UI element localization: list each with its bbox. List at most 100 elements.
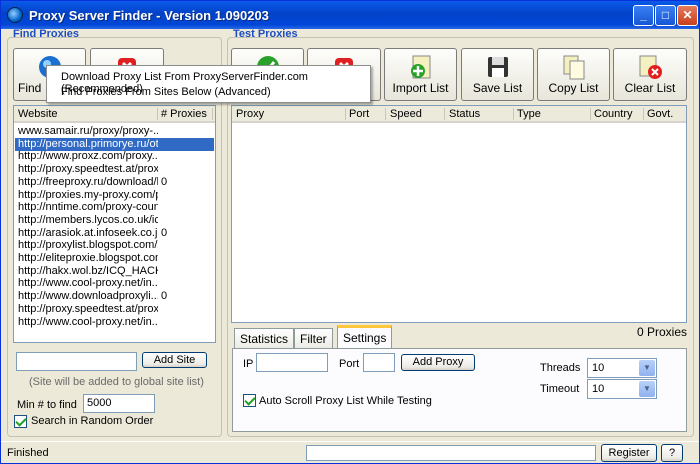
list-item[interactable]: http://freeproxy.ru/download/l... 0 bbox=[15, 176, 214, 189]
list-item[interactable]: http://proxies.my-proxy.com/p... bbox=[15, 189, 214, 202]
list-item[interactable]: http://personal.primorye.ru/ot... bbox=[15, 137, 214, 151]
site-url: http://www.cool-proxy.net/in... bbox=[18, 277, 158, 290]
clear-icon bbox=[639, 55, 662, 79]
tab-statistics[interactable]: Statistics bbox=[234, 328, 295, 348]
random-order-checkbox[interactable] bbox=[14, 415, 27, 428]
site-url: http://proxies.my-proxy.com/p... bbox=[18, 188, 158, 201]
copy-list-button[interactable]: Copy List bbox=[537, 48, 610, 101]
save-list-button[interactable]: Save List bbox=[461, 48, 534, 101]
port-input[interactable] bbox=[363, 353, 395, 372]
import-list-button[interactable]: Import List bbox=[384, 48, 457, 101]
col-divider[interactable] bbox=[444, 108, 445, 120]
proxy-list-header: Proxy Port Speed Status Type Country Gov… bbox=[232, 106, 686, 123]
col-divider[interactable] bbox=[345, 108, 346, 120]
col-divider[interactable] bbox=[590, 108, 591, 120]
min-to-find-label: Min # to find bbox=[17, 399, 77, 411]
minimize-button[interactable]: _ bbox=[633, 5, 654, 26]
col-divider[interactable] bbox=[212, 108, 213, 120]
list-item[interactable]: http://proxy.speedtest.at/prox... bbox=[15, 303, 214, 316]
list-item[interactable]: http://www.proxz.com/proxy... bbox=[15, 150, 214, 163]
site-url: http://proxy.speedtest.at/prox... bbox=[18, 163, 158, 176]
tab-settings[interactable]: Settings bbox=[337, 325, 393, 349]
timeout-select[interactable]: 10 ▼ bbox=[587, 379, 657, 399]
status-text: Finished bbox=[7, 447, 49, 459]
app-globe-icon bbox=[7, 7, 23, 23]
col-divider[interactable] bbox=[513, 108, 514, 120]
list-item[interactable]: http://www.downloadproxyli... 0 bbox=[15, 290, 214, 303]
col-port[interactable]: Port bbox=[349, 108, 369, 120]
proxy-list[interactable]: Proxy Port Speed Status Type Country Gov… bbox=[231, 105, 687, 323]
register-button[interactable]: Register bbox=[601, 444, 657, 462]
site-url: http://arasiok.at.infoseek.co.jp... bbox=[18, 226, 158, 239]
ip-label: IP bbox=[243, 358, 254, 370]
app-window: Proxy Server Finder - Version 1.090203 _… bbox=[0, 0, 700, 464]
col-proxy[interactable]: Proxy bbox=[236, 108, 264, 120]
add-site-input[interactable] bbox=[16, 352, 137, 371]
threads-value: 10 bbox=[592, 362, 605, 374]
website-list-header: Website # Proxies bbox=[14, 106, 215, 123]
site-url: http://www.proxz.com/proxy... bbox=[18, 150, 158, 163]
close-button[interactable]: ✕ bbox=[677, 5, 698, 26]
col-type[interactable]: Type bbox=[517, 108, 541, 120]
list-item[interactable]: http://www.cool-proxy.net/in... bbox=[15, 316, 214, 329]
site-url: http://nntime.com/proxy-count... bbox=[18, 201, 158, 214]
col-divider[interactable] bbox=[643, 108, 644, 120]
copy-list-label: Copy List bbox=[548, 81, 599, 95]
ip-input[interactable] bbox=[256, 353, 328, 372]
col-speed[interactable]: Speed bbox=[390, 108, 422, 120]
menu-item-find-from-sites[interactable]: Find Proxies From Sites Below (Advanced) bbox=[61, 86, 271, 98]
add-site-button[interactable]: Add Site bbox=[142, 352, 207, 368]
list-item[interactable]: www.samair.ru/proxy/proxy-... bbox=[15, 125, 214, 138]
site-proxy-count: 0 bbox=[161, 226, 168, 239]
website-list[interactable]: Website # Proxies www.samair.ru/proxy/pr… bbox=[13, 105, 216, 343]
list-item[interactable]: http://proxylist.blogspot.com/2... bbox=[15, 239, 214, 252]
copy-icon bbox=[563, 55, 584, 80]
site-url: http://freeproxy.ru/download/l... bbox=[18, 175, 158, 188]
window-title: Proxy Server Finder - Version 1.090203 bbox=[29, 8, 269, 23]
col-divider[interactable] bbox=[385, 108, 386, 120]
save-list-label: Save List bbox=[472, 81, 523, 95]
threads-select[interactable]: 10 ▼ bbox=[587, 358, 657, 378]
chevron-down-icon[interactable]: ▼ bbox=[639, 381, 655, 397]
add-proxy-button[interactable]: Add Proxy bbox=[401, 354, 475, 371]
proxy-count: 0 Proxies bbox=[637, 325, 688, 339]
list-item[interactable]: http://eliteproxie.blogspot.com... bbox=[15, 252, 214, 265]
help-button[interactable]: ? bbox=[661, 444, 683, 462]
list-item[interactable]: http://proxy.speedtest.at/prox... bbox=[15, 163, 214, 176]
import-list-label: Import List bbox=[392, 81, 449, 95]
clear-list-button[interactable]: Clear List bbox=[613, 48, 687, 101]
col-proxies[interactable]: # Proxies bbox=[161, 108, 207, 120]
site-url: http://www.cool-proxy.net/in... bbox=[18, 315, 158, 328]
list-item[interactable]: http://www.cool-proxy.net/in... bbox=[15, 277, 214, 290]
autoscroll-label[interactable]: Auto Scroll Proxy List While Testing bbox=[259, 395, 432, 407]
min-to-find-input[interactable]: 5000 bbox=[83, 394, 155, 413]
tab-filter[interactable]: Filter bbox=[294, 328, 333, 348]
site-url: http://proxy.speedtest.at/prox... bbox=[18, 302, 158, 315]
col-status[interactable]: Status bbox=[449, 108, 480, 120]
list-item[interactable]: http://hakx.wol.bz/ICQ_HACK/... bbox=[15, 265, 214, 278]
add-site-note: (Site will be added to global site list) bbox=[29, 376, 204, 388]
maximize-button[interactable]: □ bbox=[655, 5, 676, 26]
col-govt[interactable]: Govt. bbox=[647, 108, 673, 120]
site-url: http://members.lycos.co.uk/ic... bbox=[18, 213, 158, 226]
site-url: www.samair.ru/proxy/proxy-... bbox=[18, 125, 158, 137]
title-bar[interactable]: Proxy Server Finder - Version 1.090203 _… bbox=[1, 1, 699, 29]
site-url: http://www.downloadproxyli... bbox=[18, 290, 158, 303]
chevron-down-icon[interactable]: ▼ bbox=[639, 360, 655, 376]
clear-list-label: Clear List bbox=[624, 81, 676, 95]
site-url: http://hakx.wol.bz/ICQ_HACK/... bbox=[18, 264, 158, 277]
autoscroll-checkbox[interactable] bbox=[243, 394, 256, 407]
site-proxy-count: 0 bbox=[161, 290, 168, 303]
import-icon bbox=[410, 55, 430, 79]
col-country[interactable]: Country bbox=[594, 108, 633, 120]
site-proxy-count: 0 bbox=[161, 175, 168, 188]
list-item[interactable]: http://arasiok.at.infoseek.co.jp... 0 bbox=[15, 227, 214, 240]
random-order-label[interactable]: Search in Random Order bbox=[31, 415, 153, 427]
list-item[interactable]: http://nntime.com/proxy-count... bbox=[15, 201, 214, 214]
col-website[interactable]: Website bbox=[18, 108, 58, 120]
site-url: http://eliteproxie.blogspot.com... bbox=[18, 252, 158, 264]
list-item[interactable]: http://members.lycos.co.uk/ic... bbox=[15, 214, 214, 227]
timeout-value: 10 bbox=[592, 383, 605, 395]
col-divider[interactable] bbox=[157, 108, 158, 120]
find-menu: Download Proxy List From ProxyServerFind… bbox=[46, 65, 371, 103]
